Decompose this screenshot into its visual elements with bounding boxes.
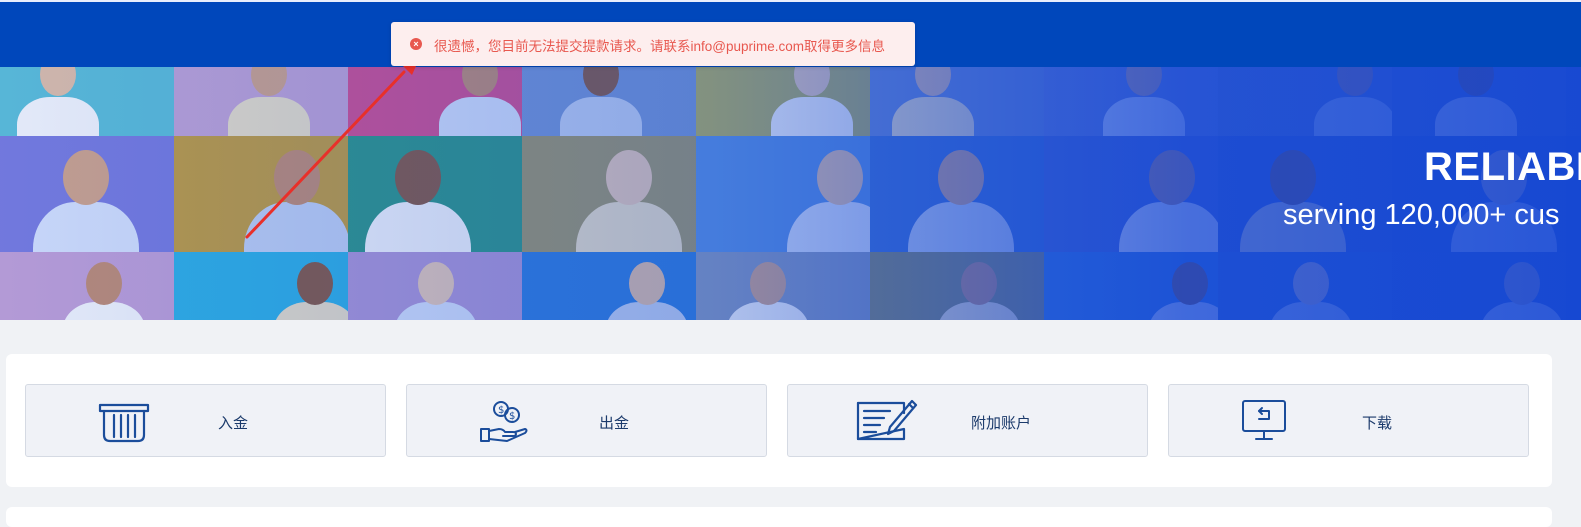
error-circle-icon[interactable]: ×: [410, 38, 422, 50]
error-toast: × 很遗憾，您目前无法提交提款请求。请联系info@puprime.com取得更…: [391, 22, 915, 66]
hand-coins-icon: $ $: [480, 401, 528, 442]
download-button[interactable]: 下载: [1168, 384, 1529, 457]
deposit-button[interactable]: 入金: [25, 384, 386, 457]
download-label: 下载: [1362, 415, 1393, 432]
content-panel: [6, 507, 1552, 527]
error-message: 很遗憾，您目前无法提交提款请求。请联系info@puprime.com取得更多信…: [434, 39, 885, 54]
banner-overlay: [0, 67, 1581, 320]
banner-subtitle: serving 120,000+ cus: [1283, 199, 1560, 231]
svg-text:$: $: [509, 411, 515, 422]
document-pen-icon: [856, 399, 918, 441]
add-account-button[interactable]: 附加账户: [787, 384, 1148, 457]
banner-title: RELIABL: [1424, 145, 1581, 189]
top-border: [0, 0, 1581, 2]
atm-card-icon: [98, 403, 150, 443]
deposit-label: 入金: [218, 415, 249, 432]
withdraw-button[interactable]: $ $ 出金: [406, 384, 767, 457]
svg-text:$: $: [498, 405, 504, 416]
withdraw-label: 出金: [599, 415, 630, 432]
hero-banner: RELIABL serving 120,000+ cus: [0, 67, 1581, 320]
add-account-label: 附加账户: [971, 415, 1032, 432]
monitor-download-icon: [1242, 400, 1286, 440]
